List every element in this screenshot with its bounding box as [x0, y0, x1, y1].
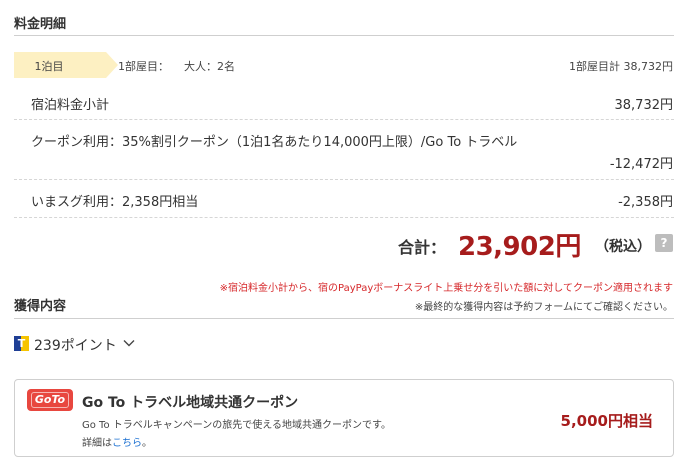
goto-coupon-card: GoTo Go To トラベル地域共通クーポン Go To トラベルキャンペーン…: [14, 379, 674, 457]
night-tag: 1泊目: [14, 52, 118, 78]
chevron-down-icon[interactable]: [122, 336, 136, 350]
goto-amount: 5,000円相当: [560, 412, 653, 430]
points-label[interactable]: 239ポイント: [34, 335, 117, 355]
coupon-note: ※宿泊料金小計から、宿のPayPayボーナスライト上乗せ分を引いた額に対してクー…: [219, 283, 673, 294]
goto-title: Go To トラベル地域共通クーポン: [82, 395, 299, 411]
goto-description: Go To トラベルキャンペーンの旅先で使える地域共通クーポンです。: [82, 420, 391, 431]
total-label: 合計：: [398, 238, 447, 257]
coupon-value: -12,472円: [609, 157, 673, 172]
divider: [14, 217, 674, 218]
confirm-note: ※最終的な獲得内容は予約フォームにてご確認ください。: [414, 302, 673, 313]
goto-detail-prefix: 詳細は: [82, 438, 112, 449]
divider: [14, 119, 674, 120]
goto-logo: GoTo: [27, 389, 73, 411]
tpoint-glyph: T: [17, 337, 26, 350]
night-label: 1泊目: [34, 60, 64, 73]
goto-detail: 詳細はこちら。: [82, 434, 152, 449]
subtotal-label: 宿泊料金小計: [31, 98, 110, 113]
room-total: 1部屋目計 38,732円: [569, 60, 673, 73]
breakdown-title: 料金明細: [14, 17, 67, 32]
tax-label: （税込）: [595, 239, 651, 255]
total-value: 23,902円: [458, 232, 581, 262]
earned-title: 獲得内容: [14, 299, 67, 314]
breakdown-title-rule: [14, 35, 674, 36]
tpoint-icon: T: [14, 336, 29, 351]
goto-detail-suffix: 。: [142, 438, 152, 449]
goto-detail-link[interactable]: こちら: [112, 438, 142, 449]
earned-title-rule: [14, 318, 674, 319]
guests-label: 大人：2名: [184, 60, 235, 73]
imasugu-label: いまスグ利用：2,358円相当: [31, 195, 199, 210]
room-label: 1部屋目：: [118, 60, 169, 73]
subtotal-value: 38,732円: [614, 98, 674, 113]
divider: [14, 179, 674, 180]
help-icon[interactable]: ?: [655, 234, 673, 252]
coupon-label: クーポン利用：35%割引クーポン（1泊1名あたり14,000円上限）/Go To…: [31, 135, 518, 150]
imasugu-value: -2,358円: [618, 195, 673, 210]
